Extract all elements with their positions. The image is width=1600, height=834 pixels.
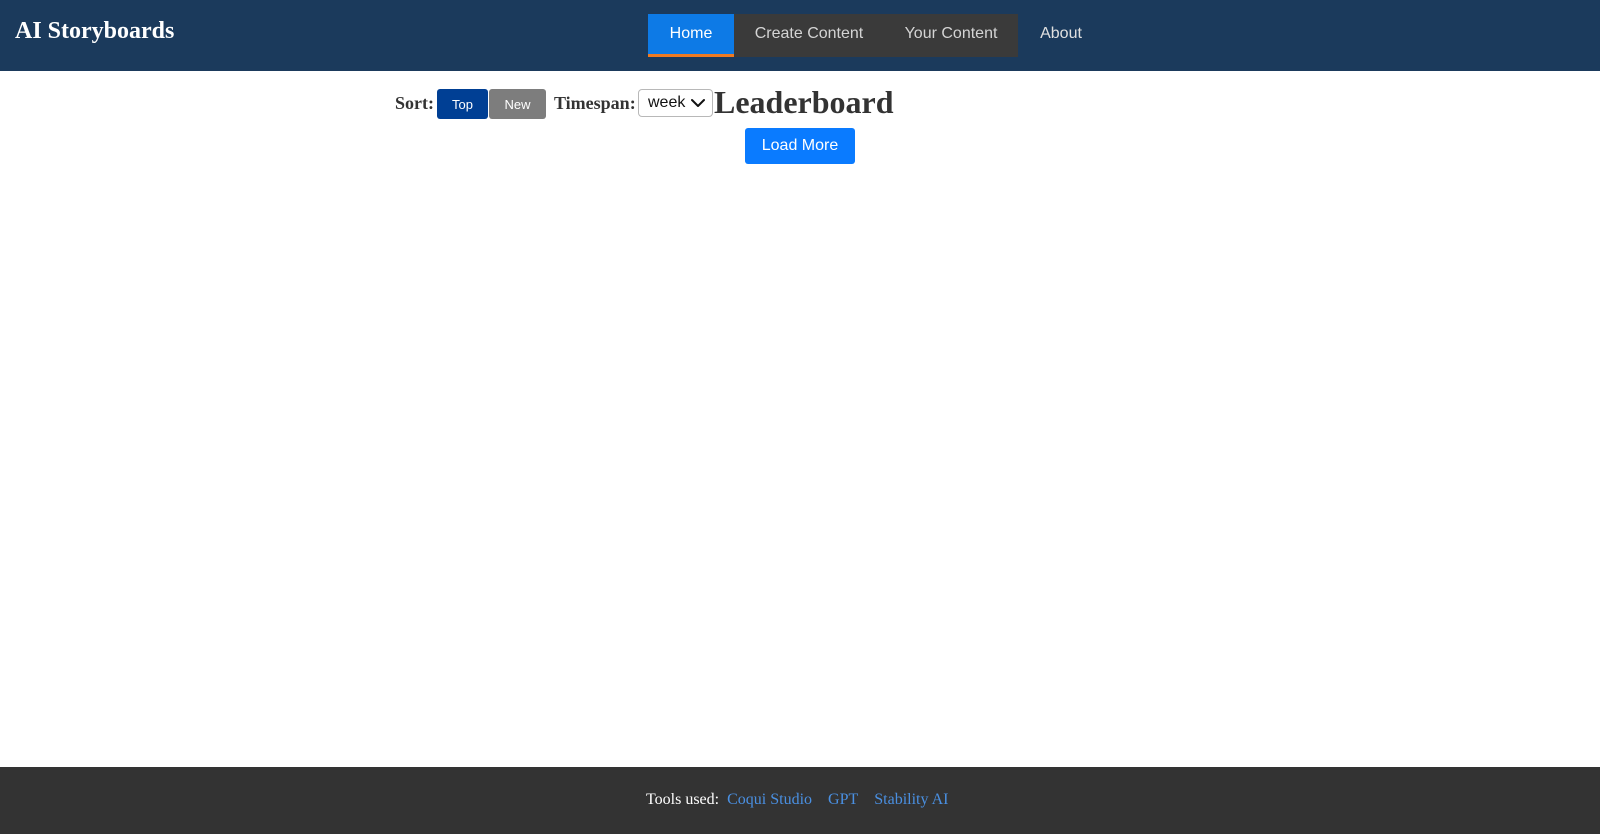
nav-about[interactable]: About bbox=[1018, 14, 1104, 57]
nav-create-content[interactable]: Create Content bbox=[734, 14, 884, 57]
brand-title[interactable]: AI Storyboards bbox=[15, 18, 174, 45]
site-header: AI Storyboards Home Create Content Your … bbox=[0, 0, 1600, 71]
load-more-button[interactable]: Load More bbox=[745, 128, 855, 164]
main-nav: Home Create Content Your Content About bbox=[648, 14, 1104, 57]
page-title: Leaderboard bbox=[714, 84, 894, 120]
timespan-label: Timespan: bbox=[554, 93, 636, 113]
footer-link-stability-ai[interactable]: Stability AI bbox=[874, 791, 948, 808]
timespan-value: week bbox=[648, 94, 686, 111]
footer-tools: Tools used: Coqui Studio GPT Stability AI bbox=[646, 791, 948, 809]
sort-top-button[interactable]: Top bbox=[437, 89, 488, 119]
footer-link-coqui-studio[interactable]: Coqui Studio bbox=[727, 791, 812, 808]
nav-home[interactable]: Home bbox=[648, 14, 734, 57]
footer-label: Tools used: bbox=[646, 791, 720, 808]
nav-your-content[interactable]: Your Content bbox=[884, 14, 1018, 57]
sort-new-button[interactable]: New bbox=[489, 89, 546, 119]
sort-label: Sort: bbox=[395, 93, 434, 113]
footer-link-gpt[interactable]: GPT bbox=[828, 791, 858, 808]
timespan-select[interactable]: week bbox=[638, 89, 713, 117]
chevron-down-icon bbox=[691, 99, 705, 107]
site-footer: Tools used: Coqui Studio GPT Stability AI bbox=[0, 767, 1600, 834]
